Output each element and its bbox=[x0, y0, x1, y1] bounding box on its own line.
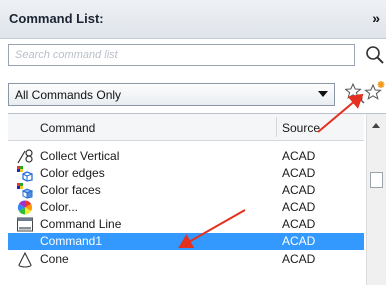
command-line-icon bbox=[17, 217, 33, 232]
panel-title: Command List: bbox=[9, 11, 104, 26]
command-source: ACAD bbox=[282, 252, 316, 266]
find-command-icon[interactable] bbox=[345, 82, 365, 104]
command-source: ACAD bbox=[282, 149, 316, 163]
cone-icon bbox=[18, 251, 32, 268]
list-item[interactable]: Color... ACAD bbox=[8, 199, 364, 216]
command-source: ACAD bbox=[282, 166, 316, 180]
command-name: Color edges bbox=[40, 166, 105, 180]
list-item[interactable]: Color faces ACAD bbox=[8, 182, 364, 199]
list-item[interactable]: Color edges ACAD bbox=[8, 165, 364, 182]
column-header: Command Source bbox=[8, 114, 364, 141]
scroll-thumb[interactable] bbox=[370, 172, 383, 188]
list-item[interactable]: Command Line ACAD bbox=[8, 216, 364, 233]
column-header-command[interactable]: Command bbox=[40, 121, 95, 135]
color-edges-icon bbox=[17, 166, 33, 182]
command-name: Color... bbox=[40, 200, 79, 214]
collect-vertical-icon bbox=[17, 149, 33, 164]
chevron-down-icon bbox=[318, 91, 328, 97]
command-name: Collect Vertical bbox=[40, 149, 120, 163]
color-faces-icon bbox=[17, 183, 34, 199]
collapse-icon[interactable]: » bbox=[372, 10, 380, 26]
column-divider[interactable] bbox=[276, 117, 277, 137]
search-icon[interactable] bbox=[364, 44, 386, 66]
command-source: ACAD bbox=[282, 200, 316, 214]
vertical-scrollbar[interactable] bbox=[366, 114, 386, 285]
column-header-source[interactable]: Source bbox=[282, 121, 320, 135]
command-filter-dropdown[interactable]: All Commands Only bbox=[8, 83, 335, 106]
command-list[interactable]: Command Source Collect Vertical ACAD Col… bbox=[8, 113, 386, 285]
scroll-up-icon[interactable] bbox=[372, 123, 380, 128]
color-wheel-icon bbox=[17, 200, 33, 215]
command-source: ACAD bbox=[282, 183, 316, 197]
filter-selected-value: All Commands Only bbox=[15, 88, 122, 102]
list-item[interactable]: Collect Vertical ACAD bbox=[8, 148, 364, 165]
command-name: Command Line bbox=[40, 217, 122, 231]
command-name: Cone bbox=[40, 252, 69, 266]
list-item-selected[interactable]: Command1 ACAD bbox=[8, 233, 364, 250]
new-command-icon[interactable] bbox=[364, 80, 386, 104]
panel-header: Command List: » bbox=[0, 0, 386, 39]
command-name: Command1 bbox=[40, 234, 103, 248]
command-source: ACAD bbox=[282, 234, 316, 248]
search-input[interactable] bbox=[8, 44, 355, 66]
command-source: ACAD bbox=[282, 217, 316, 231]
list-item[interactable]: Cone ACAD bbox=[8, 251, 364, 268]
command-name: Color faces bbox=[40, 183, 101, 197]
